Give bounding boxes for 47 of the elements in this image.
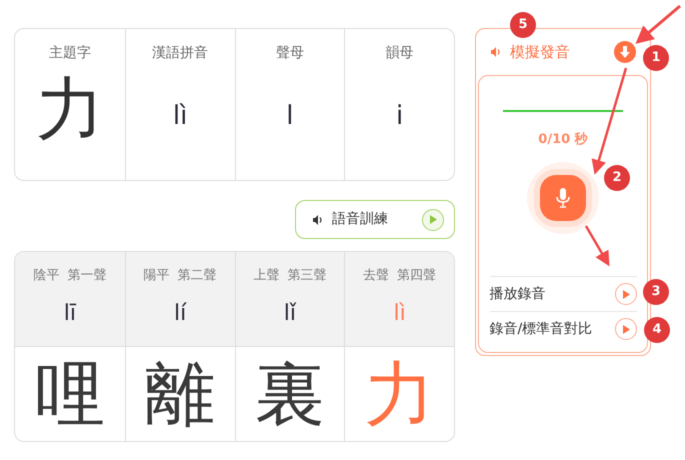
column-heading: 聲母 — [276, 44, 304, 63]
column-heading: 韻母 — [386, 44, 414, 63]
tone-pinyin: lì — [394, 300, 406, 328]
step-badge: 3 — [643, 279, 669, 305]
tone-character: 裏 — [254, 354, 325, 434]
tone-pinyin: lǐ — [284, 300, 296, 328]
pinyin-text: i — [396, 100, 404, 133]
download-icon — [620, 46, 630, 58]
tone-character: 離 — [145, 354, 216, 434]
play-icon — [422, 208, 444, 230]
step-badge: 4 — [644, 317, 670, 343]
tone-name: 陽平 — [144, 267, 170, 285]
arrow — [584, 225, 610, 266]
timer-text: 0/10 秒 — [538, 131, 588, 149]
column-heading: 漢語拼音 — [152, 44, 208, 63]
panel-title: 模擬發音 — [510, 42, 571, 63]
tone-ordinal: 第四聲 — [397, 267, 436, 285]
tone-pinyin: lī — [64, 300, 76, 328]
step-badge: 5 — [510, 12, 536, 38]
play-icon — [622, 324, 630, 334]
tone-character: 哩 — [34, 354, 105, 434]
tone-name: 上聲 — [253, 267, 280, 285]
tone-ordinal: 第一聲 — [67, 267, 106, 285]
step-badge: 1 — [643, 45, 669, 71]
action-label: 錄音/標準音對比 — [490, 320, 594, 338]
speaker-icon — [312, 214, 324, 226]
tone-ordinal: 第三聲 — [287, 267, 326, 285]
download-button[interactable] — [614, 41, 636, 63]
action-label: 播放錄音 — [490, 286, 546, 302]
step-badge: 2 — [604, 165, 630, 191]
tone-character: 力 — [364, 354, 435, 434]
record-button[interactable] — [540, 174, 586, 220]
play-icon — [622, 290, 630, 298]
tone-name: 陰平 — [33, 267, 60, 285]
tone-ordinal: 第二聲 — [178, 267, 217, 285]
speaker-icon — [490, 46, 502, 58]
pinyin-text: lì — [172, 100, 188, 133]
voice-training-button[interactable]: 語音訓練 — [295, 200, 455, 239]
main-character: 力 — [36, 70, 104, 150]
microphone-icon — [556, 188, 570, 208]
column-heading: 主題字 — [48, 44, 91, 63]
tone-name: 去聲 — [363, 267, 390, 285]
arrow — [635, 4, 681, 44]
pinyin-text: l — [286, 100, 294, 133]
tone-pinyin: lí — [174, 300, 186, 328]
play-button[interactable] — [614, 318, 636, 340]
play-button[interactable] — [614, 283, 636, 305]
